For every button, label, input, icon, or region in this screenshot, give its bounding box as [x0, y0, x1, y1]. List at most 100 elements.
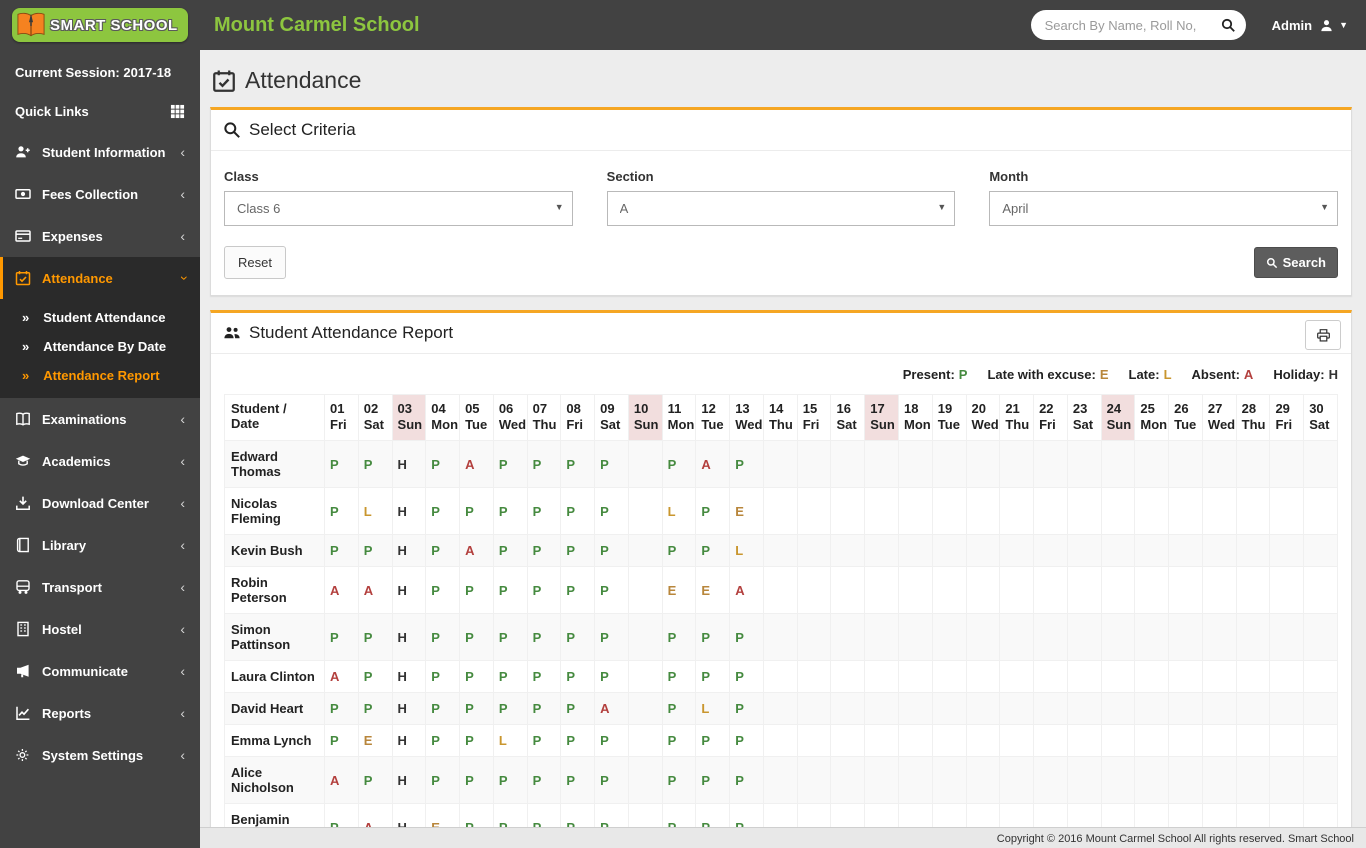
sidebar-item-transport[interactable]: Transport ‹ [0, 566, 200, 608]
attendance-cell: P [695, 534, 731, 567]
users-icon [224, 327, 240, 339]
printer-icon [1316, 328, 1330, 342]
sidebar-item-academics[interactable]: Academics ‹ [0, 440, 200, 482]
attendance-cell: H [391, 692, 427, 725]
attendance-cell [796, 756, 832, 804]
main-area: Attendance Select Criteria Class Class 6… [200, 50, 1366, 848]
sidebar-subitem-attendance-report[interactable]: » Attendance Report [0, 361, 200, 390]
attendance-cell [965, 692, 1001, 725]
attendance-cell: P [425, 613, 461, 661]
attendance-cell [1066, 756, 1102, 804]
attendance-icon [15, 270, 31, 286]
sidebar-item-library[interactable]: Library ‹ [0, 524, 200, 566]
sidebar-item-system-settings[interactable]: System Settings ‹ [0, 734, 200, 776]
section-select[interactable]: A [606, 191, 956, 226]
attendance-cell: E [729, 487, 764, 535]
attendance-cell: P [324, 803, 359, 828]
attendance-cell [1269, 756, 1305, 804]
chevron-left-icon: ‹ [180, 747, 185, 763]
attendance-cell: P [560, 487, 596, 535]
search-icon[interactable] [1220, 17, 1236, 33]
attendance-cell: P [729, 660, 764, 693]
attendance-cell: P [594, 613, 629, 661]
attendance-cell: P [425, 440, 461, 488]
attendance-cell: P [594, 487, 629, 535]
attendance-cell: P [492, 566, 528, 614]
attendance-cell [1066, 566, 1102, 614]
attendance-cell: P [729, 724, 764, 757]
admin-menu[interactable]: Admin ▼ [1272, 18, 1348, 33]
attendance-cell: P [324, 534, 359, 567]
attendance-cell: P [594, 440, 629, 488]
attendance-cell [999, 487, 1035, 535]
attendance-cell [796, 613, 832, 661]
sidebar-item-examinations[interactable]: Examinations ‹ [0, 398, 200, 440]
attendance-cell [762, 724, 798, 757]
sidebar-item-fees-collection[interactable]: Fees Collection ‹ [0, 173, 200, 215]
sidebar-item-hostel[interactable]: Hostel ‹ [0, 608, 200, 650]
legend-item: Absent: A [1191, 367, 1254, 382]
search-button[interactable]: Search [1253, 247, 1338, 278]
attendance-cell: P [492, 534, 528, 567]
sidebar-subitem-student-attendance[interactable]: » Student Attendance [0, 303, 200, 332]
chevron-left-icon: ‹ [180, 705, 185, 721]
class-select[interactable]: Class 6 [224, 191, 573, 226]
attendance-cell [1201, 534, 1237, 567]
submenu-label: Attendance Report [43, 368, 160, 383]
attendance-cell [1033, 724, 1068, 757]
attendance-cell [864, 724, 900, 757]
attendance-cell [796, 724, 832, 757]
attendance-cell: P [560, 613, 596, 661]
attendance-cell [1033, 566, 1068, 614]
search-button-label: Search [1282, 255, 1326, 270]
month-select[interactable]: April [989, 191, 1339, 226]
attendance-cell: P [459, 613, 494, 661]
sidebar-subitem-attendance-by-date[interactable]: » Attendance By Date [0, 332, 200, 361]
attendance-cell: P [661, 803, 697, 828]
logo[interactable]: SMART SCHOOL [0, 0, 200, 50]
attendance-cell [999, 803, 1035, 828]
attendance-cell [965, 534, 1001, 567]
attendance-cell: P [492, 440, 528, 488]
attendance-cell: P [492, 756, 528, 804]
caret-down-icon: ▼ [1339, 20, 1348, 30]
date-column-header: 20 Wed [965, 394, 1001, 441]
calendar-check-icon [213, 70, 235, 92]
sidebar-item-attendance[interactable]: Attendance ‹ [0, 257, 200, 299]
legend-item: Late: L [1128, 367, 1172, 382]
reset-button[interactable]: Reset [224, 246, 286, 279]
sidebar-item-reports[interactable]: Reports ‹ [0, 692, 200, 734]
sidebar-item-download-center[interactable]: Download Center ‹ [0, 482, 200, 524]
table-row: Benjamin GatesPAHEPPPPPPPP [224, 803, 1338, 828]
attendance-cell: H [391, 660, 427, 693]
sidebar-item-expenses[interactable]: Expenses ‹ [0, 215, 200, 257]
chevron-left-icon: ‹ [180, 495, 185, 511]
attendance-cell [762, 613, 798, 661]
date-column-header: 22 Fri [1033, 394, 1068, 441]
attendance-cell [931, 487, 967, 535]
attendance-cell: P [459, 724, 494, 757]
attendance-cell [965, 566, 1001, 614]
sidebar-menu: Student Information ‹ Fees Collection ‹ Expe… [0, 131, 200, 776]
sidebar-item-student-information[interactable]: Student Information ‹ [0, 131, 200, 173]
quick-links[interactable]: Quick Links [0, 92, 200, 131]
attendance-cell [1168, 487, 1203, 535]
system-settings-icon [15, 747, 31, 763]
attendance-cell [931, 803, 967, 828]
attendance-cell [1168, 534, 1203, 567]
attendance-cell [627, 534, 663, 567]
search-input[interactable] [1030, 10, 1246, 40]
attendance-cell [762, 756, 798, 804]
sidebar-item-label: System Settings [42, 747, 144, 763]
attendance-cell [1303, 487, 1338, 535]
student-name-cell: Nicolas Fleming [224, 487, 325, 535]
attendance-cell [1134, 756, 1170, 804]
attendance-cell [762, 692, 798, 725]
attendance-cell [1168, 724, 1203, 757]
attendance-cell: P [324, 440, 359, 488]
search-icon [1266, 257, 1277, 268]
print-button[interactable] [1305, 320, 1341, 350]
attendance-cell [627, 756, 663, 804]
sidebar-item-communicate[interactable]: Communicate ‹ [0, 650, 200, 692]
attendance-cell [830, 660, 866, 693]
